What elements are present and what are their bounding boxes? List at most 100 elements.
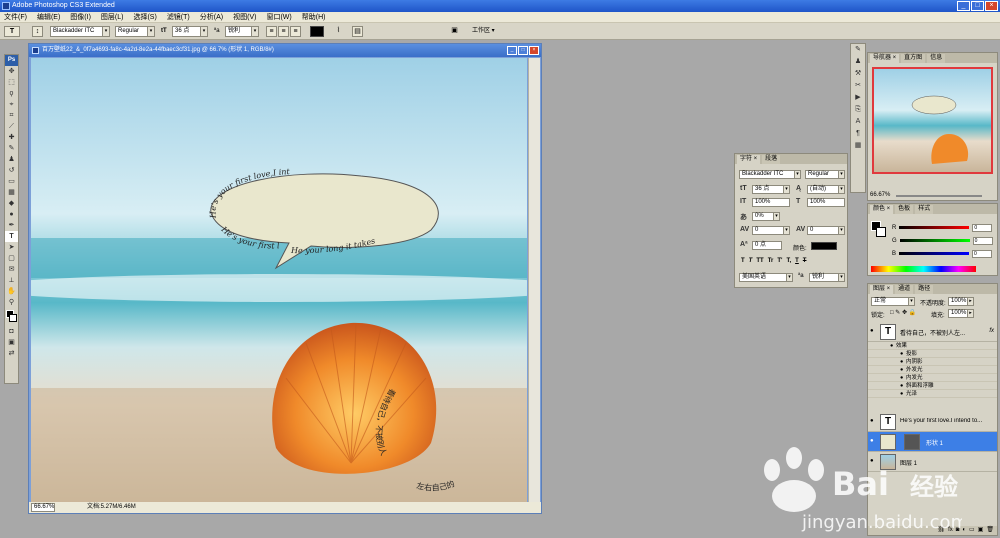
tab-paragraph[interactable]: 段落: [762, 155, 781, 164]
dock-clone-icon[interactable]: ♟: [851, 56, 865, 68]
shell-curve-text-1[interactable]: 看待自己，不被别人: [374, 387, 397, 457]
dock-character-icon[interactable]: A: [851, 116, 865, 128]
align-center-button[interactable]: ≡: [278, 26, 289, 37]
menu-select[interactable]: 选择(S): [133, 12, 156, 22]
eye-icon[interactable]: ●: [870, 438, 874, 444]
background-color[interactable]: [9, 314, 17, 322]
delete-layer-icon[interactable]: 🗑: [986, 526, 994, 535]
cp-tsume[interactable]: 0% ▾: [752, 212, 780, 221]
menu-layer[interactable]: 图层(L): [101, 12, 124, 22]
text-tool-preset-icon[interactable]: T: [4, 26, 20, 37]
navigator-zoom[interactable]: 66.67%: [868, 191, 997, 200]
menu-help[interactable]: 帮助(H): [302, 12, 326, 22]
eye-icon[interactable]: ●: [900, 382, 903, 390]
strikethrough-button[interactable]: T: [803, 258, 807, 264]
dock-tool-presets-icon[interactable]: ⚒: [851, 68, 865, 80]
bubble-text-left[interactable]: He's your first love: [31, 58, 280, 250]
add-mask-icon[interactable]: ◙: [956, 526, 960, 535]
bubble-text-top[interactable]: He's your first love,I intend to: [31, 58, 291, 219]
superscript-button[interactable]: T': [777, 258, 782, 264]
font-family-select[interactable]: Blackadder ITC ▾: [50, 26, 110, 37]
adjustment-layer-icon[interactable]: ◐: [962, 526, 966, 535]
effect-inner-glow[interactable]: ● 内发光: [868, 374, 997, 382]
cp-horizontal-scale[interactable]: 100%: [807, 198, 845, 207]
tab-histogram[interactable]: 直方图: [901, 54, 926, 63]
layer-row-image[interactable]: ● 图层 1: [868, 452, 997, 472]
doc-info[interactable]: 文档:5.27M/6.46M: [87, 502, 136, 513]
link-layers-icon[interactable]: ⛓: [937, 526, 945, 535]
menu-file[interactable]: 文件(F): [4, 12, 27, 22]
dock-paragraph-icon[interactable]: ¶: [851, 128, 865, 140]
align-left-button[interactable]: ≡: [266, 26, 277, 37]
menu-filter[interactable]: 滤镜(T): [167, 12, 190, 22]
healing-brush-tool-icon[interactable]: ✚: [5, 132, 18, 143]
small-caps-button[interactable]: Tr: [768, 258, 774, 264]
move-tool-icon[interactable]: ✥: [5, 66, 18, 77]
effect-outer-glow[interactable]: ● 外发光: [868, 366, 997, 374]
lasso-tool-icon[interactable]: ϙ: [5, 88, 18, 99]
new-group-icon[interactable]: ▭: [969, 526, 975, 535]
eye-icon[interactable]: ●: [900, 390, 903, 398]
eye-icon[interactable]: ●: [900, 358, 903, 366]
opacity-field[interactable]: 100% ▸: [948, 297, 974, 306]
shape-tool-icon[interactable]: ▢: [5, 253, 18, 264]
color-swatches[interactable]: [5, 308, 18, 326]
warp-text-icon[interactable]: ⌇: [333, 26, 344, 37]
eye-icon[interactable]: ●: [870, 458, 874, 464]
eye-icon[interactable]: ●: [900, 374, 903, 382]
quick-select-tool-icon[interactable]: ⌖: [5, 99, 18, 110]
antialias-select[interactable]: 锐利 ▾: [225, 26, 259, 37]
font-size-select[interactable]: 36 点 ▾: [172, 26, 208, 37]
eye-icon[interactable]: ●: [870, 328, 874, 334]
green-slider[interactable]: [899, 239, 970, 242]
faux-italic-button[interactable]: T: [749, 258, 753, 264]
effect-inner-shadow[interactable]: ● 内阴影: [868, 358, 997, 366]
eye-icon[interactable]: ●: [870, 418, 874, 424]
tab-navigator[interactable]: 导航器 ×: [870, 54, 900, 63]
character-panel-toggle-icon[interactable]: ▤: [352, 26, 363, 37]
text-color-swatch[interactable]: [310, 26, 324, 37]
quick-mask-icon[interactable]: ◘: [5, 326, 18, 337]
menu-edit[interactable]: 编辑(E): [37, 12, 60, 22]
dock-layer-comps-icon[interactable]: ⎘: [851, 104, 865, 116]
orientation-icon[interactable]: ↕: [32, 26, 43, 37]
font-style-select[interactable]: Regular ▾: [115, 26, 155, 37]
shell-curve-text-2[interactable]: 左右自己的: [416, 478, 456, 492]
red-value[interactable]: 0: [972, 223, 993, 232]
dock-history-icon[interactable]: ✂: [851, 80, 865, 92]
close-button[interactable]: ×: [985, 1, 998, 11]
blue-value[interactable]: 0: [972, 249, 993, 258]
color-spectrum[interactable]: [871, 266, 976, 272]
navigator-thumbnail[interactable]: [872, 67, 993, 174]
tab-channels[interactable]: 通道: [895, 285, 914, 294]
eraser-tool-icon[interactable]: ▭: [5, 176, 18, 187]
layer-row-shape[interactable]: ● 形状 1: [868, 432, 997, 452]
type-tool-icon[interactable]: T: [5, 231, 18, 242]
blur-tool-icon[interactable]: ◆: [5, 198, 18, 209]
effect-bevel-emboss[interactable]: ● 斜面和浮雕: [868, 382, 997, 390]
tab-styles[interactable]: 样式: [915, 205, 934, 214]
tab-character[interactable]: 字符 ×: [737, 155, 761, 164]
slice-tool-icon[interactable]: ⟋: [5, 121, 18, 132]
tab-color[interactable]: 颜色 ×: [870, 205, 894, 214]
subscript-button[interactable]: T,: [786, 258, 791, 264]
dodge-tool-icon[interactable]: ●: [5, 209, 18, 220]
menu-view[interactable]: 视图(V): [233, 12, 256, 22]
layer-row-text-chinese[interactable]: ● T 看待自己，不被别人左... fx: [868, 322, 997, 342]
eyedropper-tool-icon[interactable]: ⟂: [5, 275, 18, 286]
add-style-icon[interactable]: fx: [948, 526, 953, 535]
cp-font-style[interactable]: Regular ▾: [805, 170, 845, 179]
menu-analysis[interactable]: 分析(A): [200, 12, 223, 22]
hand-tool-icon[interactable]: ✋: [5, 286, 18, 297]
zoom-tool-icon[interactable]: ⚲: [5, 297, 18, 308]
doc-close-button[interactable]: ×: [529, 46, 539, 55]
color-bg-swatch[interactable]: [876, 227, 886, 237]
eye-icon[interactable]: ●: [900, 366, 903, 374]
bubble-text-bottom[interactable]: He your long it takes: [290, 236, 376, 255]
tab-swatches[interactable]: 色板: [895, 205, 914, 214]
cp-antialias[interactable]: 锐利 ▾: [809, 273, 845, 282]
cp-text-color-swatch[interactable]: [811, 242, 837, 250]
green-value[interactable]: 0: [972, 236, 993, 245]
pen-tool-icon[interactable]: ✒: [5, 220, 18, 231]
history-brush-tool-icon[interactable]: ↺: [5, 165, 18, 176]
